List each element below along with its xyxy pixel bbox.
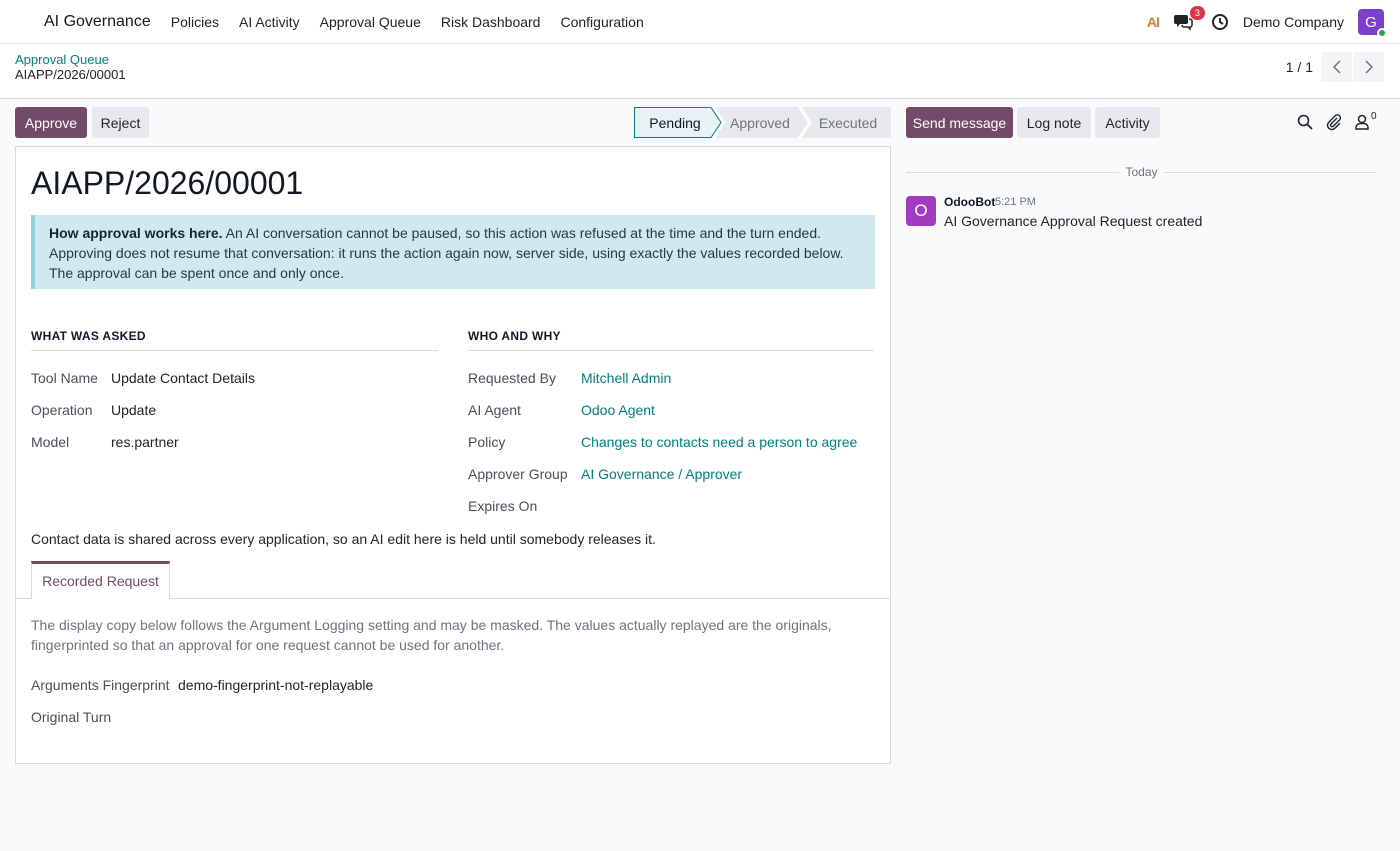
pager-previous-button[interactable] bbox=[1321, 52, 1352, 82]
company-switcher[interactable]: Demo Company bbox=[1243, 14, 1344, 30]
search-icon[interactable] bbox=[1296, 113, 1314, 131]
label-requested-by: Requested By bbox=[468, 370, 556, 386]
link-requested-by[interactable]: Mitchell Admin bbox=[581, 370, 671, 386]
info-alert: How approval works here. An AI conversat… bbox=[31, 215, 875, 289]
label-ai-agent: AI Agent bbox=[468, 402, 521, 418]
label-approver-group: Approver Group bbox=[468, 466, 568, 482]
alert-heading: How approval works here. bbox=[49, 225, 223, 241]
activity-button[interactable]: Activity bbox=[1095, 107, 1160, 138]
label-operation: Operation bbox=[31, 402, 93, 418]
link-approver-group[interactable]: AI Governance / Approver bbox=[581, 466, 742, 482]
section-who-and-why: WHO AND WHY bbox=[468, 329, 874, 351]
stage-executed[interactable]: Executed bbox=[810, 115, 886, 131]
approve-button[interactable]: Approve bbox=[15, 107, 87, 138]
stage-pending[interactable]: Pending bbox=[634, 115, 716, 131]
user-initial: G bbox=[1365, 13, 1377, 31]
messages-count-badge: 3 bbox=[1189, 6, 1205, 20]
form-sheet: AIAPP/2026/00001 How approval works here… bbox=[15, 146, 891, 764]
value-operation: Update bbox=[111, 402, 157, 418]
menu-item-policies[interactable]: Policies bbox=[161, 14, 229, 30]
menu-item-configuration[interactable]: Configuration bbox=[550, 14, 653, 30]
recorded-request-help: The display copy below follows the Argum… bbox=[31, 617, 832, 653]
label-tool-name: Tool Name bbox=[31, 370, 98, 386]
value-arguments-fingerprint: demo-fingerprint-not-replayable bbox=[178, 677, 374, 693]
pager: 1 / 1 bbox=[1286, 52, 1384, 82]
paperclip-icon[interactable] bbox=[1325, 113, 1343, 131]
notebook-tabs: Recorded Request bbox=[16, 561, 890, 599]
section-what-was-asked: WHAT WAS ASKED bbox=[31, 329, 438, 351]
label-original-turn: Original Turn bbox=[31, 709, 112, 725]
chevron-left-icon bbox=[1332, 60, 1341, 74]
menu-item-ai-activity[interactable]: AI Activity bbox=[229, 14, 310, 30]
messages-button[interactable]: 3 bbox=[1173, 6, 1205, 33]
reject-button[interactable]: Reject bbox=[92, 107, 149, 138]
online-status-icon bbox=[1377, 28, 1387, 38]
menu-item-risk-dashboard[interactable]: Risk Dashboard bbox=[431, 14, 551, 30]
message-author[interactable]: OdooBot bbox=[944, 195, 995, 209]
label-expires-on: Expires On bbox=[468, 498, 538, 514]
app-name[interactable]: AI Governance bbox=[44, 13, 151, 31]
link-ai-agent[interactable]: Odoo Agent bbox=[581, 402, 655, 418]
ai-logo-icon[interactable]: AI bbox=[1147, 14, 1160, 30]
value-model: res.partner bbox=[111, 434, 179, 450]
log-note-button[interactable]: Log note bbox=[1017, 107, 1091, 138]
record-title: AIAPP/2026/00001 bbox=[31, 165, 304, 201]
breadcrumb-current-record: AIAPP/2026/00001 bbox=[15, 67, 126, 82]
menu-item-approval-queue[interactable]: Approval Queue bbox=[310, 14, 431, 30]
breadcrumb-approval-queue[interactable]: Approval Queue bbox=[15, 52, 109, 67]
control-panel: Approval Queue AIAPP/2026/00001 1 / 1 bbox=[0, 44, 1400, 99]
navbar-systray: AI 3 Demo Company G bbox=[1147, 0, 1400, 44]
label-model: Model bbox=[31, 434, 70, 450]
date-separator: Today bbox=[906, 165, 1377, 181]
link-policy[interactable]: Changes to contacts need a person to agr… bbox=[581, 434, 857, 450]
followers-icon[interactable] bbox=[1354, 113, 1372, 131]
date-separator-label: Today bbox=[1125, 165, 1158, 179]
label-policy: Policy bbox=[468, 434, 506, 450]
stage-approved[interactable]: Approved bbox=[720, 115, 800, 131]
contact-data-note: Contact data is shared across every appl… bbox=[31, 531, 656, 547]
user-avatar[interactable]: G bbox=[1358, 9, 1387, 38]
label-arguments-fingerprint: Arguments Fingerprint bbox=[31, 677, 170, 693]
message-time: 5:21 PM bbox=[995, 196, 1036, 208]
chevron-right-icon bbox=[1364, 60, 1373, 74]
value-tool-name: Update Contact Details bbox=[111, 370, 255, 386]
pager-next-button[interactable] bbox=[1353, 52, 1384, 82]
main-menu: Policies AI Activity Approval Queue Risk… bbox=[161, 14, 654, 30]
message-author-avatar[interactable]: O bbox=[906, 196, 936, 226]
followers-count: 0 bbox=[1371, 111, 1377, 122]
activity-clock-icon[interactable] bbox=[1211, 13, 1229, 31]
pager-value[interactable]: 1 / 1 bbox=[1286, 59, 1313, 75]
message-body: AI Governance Approval Request created bbox=[944, 213, 1203, 229]
tab-recorded-request[interactable]: Recorded Request bbox=[31, 561, 170, 599]
send-message-button[interactable]: Send message bbox=[906, 107, 1013, 138]
top-navbar: AI Governance Policies AI Activity Appro… bbox=[0, 0, 1400, 44]
